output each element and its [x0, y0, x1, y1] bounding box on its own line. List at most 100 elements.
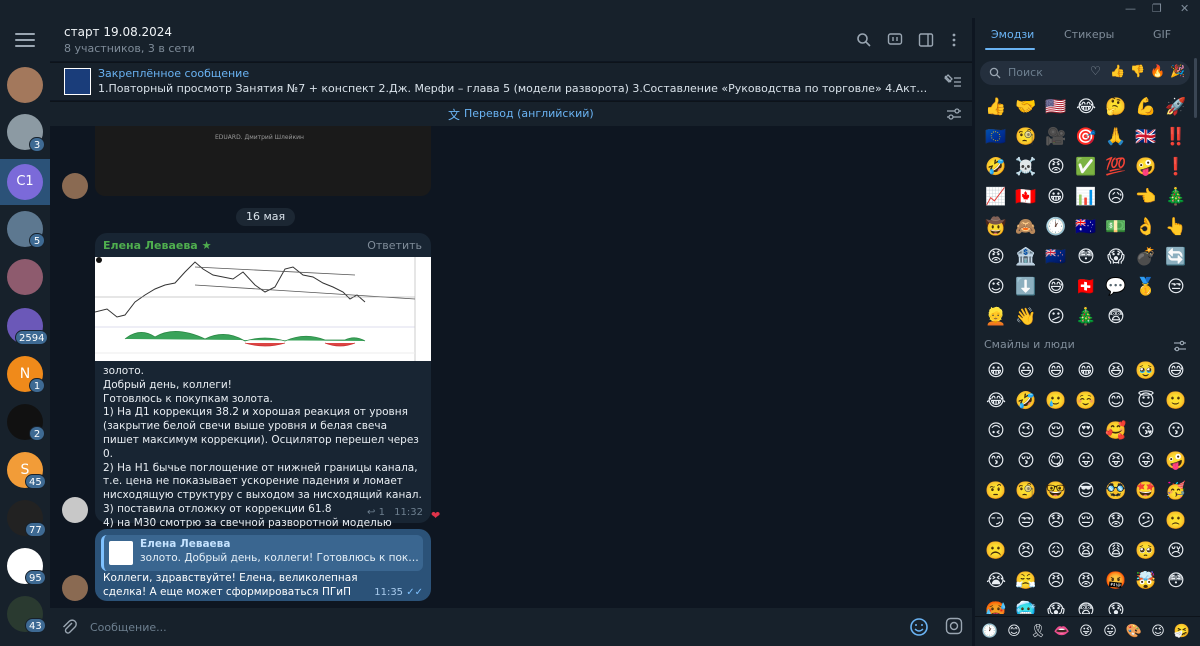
section-settings-icon[interactable]	[1173, 340, 1187, 352]
recent-emoji-icon[interactable]: 👈	[1131, 182, 1161, 212]
category-icon[interactable]: 🎨	[1123, 621, 1145, 643]
emoji-search-input[interactable]	[1008, 66, 1068, 79]
recent-emoji-icon[interactable]: 🏦	[1011, 242, 1041, 272]
voice-chat-icon[interactable]	[887, 32, 903, 48]
smiley-emoji-icon[interactable]: 😟	[1101, 506, 1131, 536]
smiley-emoji-icon[interactable]: 😆	[1101, 356, 1131, 386]
message-list[interactable]: EDUARD. Дмитрий Шлейкин 16 мая Елена Лев…	[50, 126, 972, 608]
quoted-message[interactable]: Елена Леваева золото. Добрый день, колле…	[101, 535, 423, 571]
recent-emoji-icon[interactable]: 🕐	[1041, 212, 1071, 242]
more-options-icon[interactable]	[946, 32, 962, 48]
recent-emoji-icon[interactable]: ‼️	[1161, 122, 1191, 152]
recent-emoji-icon[interactable]: 🇦🇺	[1071, 212, 1101, 242]
tab-emoji[interactable]: Эмодзи	[991, 28, 1034, 41]
category-icon[interactable]: 👄	[1051, 621, 1073, 643]
reply-button[interactable]: Ответить	[367, 239, 422, 252]
recent-emoji-icon[interactable]: 💵	[1101, 212, 1131, 242]
recent-emoji-icon[interactable]: 👍	[981, 92, 1011, 122]
chat-avatar-1[interactable]	[7, 67, 43, 103]
smiley-emoji-icon[interactable]: 😠	[1041, 566, 1071, 596]
recent-emoji-icon[interactable]: 💪	[1131, 92, 1161, 122]
smiley-emoji-icon[interactable]: 😰	[1101, 596, 1131, 614]
recent-emoji-icon[interactable]: 😒	[1161, 272, 1191, 302]
recent-emoji-icon[interactable]: 🇬🇧	[1131, 122, 1161, 152]
heart-reaction-icon[interactable]: ❤	[431, 509, 440, 522]
smiley-emoji-icon[interactable]: 😉	[1011, 416, 1041, 446]
smiley-emoji-icon[interactable]: 😫	[1071, 536, 1101, 566]
close-window-button[interactable]: ✕	[1180, 2, 1189, 15]
category-icon[interactable]: 🎗	[1027, 621, 1049, 643]
emoji-search-box[interactable]: ♡ 👍 👎 🔥 🎉	[980, 61, 1190, 85]
hamburger-menu-icon[interactable]	[15, 33, 35, 47]
smiley-emoji-icon[interactable]: 🤪	[1161, 446, 1189, 476]
recent-emoji-icon[interactable]: 😀	[1041, 182, 1071, 212]
smiley-emoji-icon[interactable]: 😙	[981, 446, 1011, 476]
message-input[interactable]	[90, 618, 790, 636]
recent-emoji-icon[interactable]: 😱	[1101, 242, 1131, 272]
category-icon[interactable]: 😛	[1099, 621, 1121, 643]
recent-emoji-icon[interactable]: 📈	[981, 182, 1011, 212]
recent-emoji-icon[interactable]: ✅	[1071, 152, 1101, 182]
smiley-emoji-icon[interactable]: 😩	[1101, 536, 1131, 566]
recent-emoji-icon[interactable]: 💬	[1101, 272, 1131, 302]
smiley-emoji-icon[interactable]: 😏	[981, 506, 1011, 536]
smiley-emoji-icon[interactable]: 😭	[981, 566, 1011, 596]
chat-avatar-4[interactable]	[7, 259, 43, 295]
smiley-emoji-icon[interactable]: 🥹	[1131, 356, 1161, 386]
smiley-emoji-icon[interactable]: 😅	[1161, 356, 1189, 386]
recent-emoji-icon[interactable]: 🇨🇦	[1011, 182, 1041, 212]
party-category-icon[interactable]: 🎉	[1170, 64, 1185, 78]
message-author[interactable]: Елена Леваева ★	[103, 239, 211, 252]
smiley-emoji-icon[interactable]: 😋	[1041, 446, 1071, 476]
recent-emoji-icon[interactable]: 👌	[1131, 212, 1161, 242]
smiley-emoji-icon[interactable]: 😨	[1071, 596, 1101, 614]
chat-header[interactable]: старт 19.08.2024 8 участников, 3 в сети	[50, 18, 972, 61]
reply-thread-icon[interactable]: ↩	[367, 507, 375, 518]
recent-emoji-icon[interactable]: 🎄	[1161, 182, 1191, 212]
smiley-emoji-icon[interactable]: 🧐	[1011, 476, 1041, 506]
pin-list-icon[interactable]	[942, 73, 962, 89]
recent-emoji-icon[interactable]: 🇨🇭	[1071, 272, 1101, 302]
dislike-category-icon[interactable]: 👎	[1130, 64, 1145, 78]
sender-avatar[interactable]	[62, 173, 88, 199]
recent-emoji-icon[interactable]: 🧐	[1011, 122, 1041, 152]
recent-emoji-icon[interactable]: 🚀	[1161, 92, 1191, 122]
smiley-emoji-icon[interactable]: 🤓	[1041, 476, 1071, 506]
smiley-emoji-icon[interactable]: 😝	[1101, 446, 1131, 476]
smiley-emoji-icon[interactable]: 😕	[1131, 506, 1161, 536]
tab-gif[interactable]: GIF	[1153, 28, 1171, 41]
message-bubble[interactable]: Елена Леваева ★ Ответить золото. Добрый …	[94, 233, 431, 529]
smiley-emoji-icon[interactable]: 😖	[1041, 536, 1071, 566]
translate-bar[interactable]: 文 Перевод (английский)	[50, 101, 972, 126]
heart-category-icon[interactable]: ♡	[1090, 64, 1101, 78]
recent-emoji-icon[interactable]: 🤠	[981, 212, 1011, 242]
search-icon[interactable]	[856, 32, 872, 48]
recent-emoji-icon[interactable]: ⬇️	[1011, 272, 1041, 302]
recent-emoji-icon[interactable]: 🎥	[1041, 122, 1071, 152]
category-icon[interactable]: 🤧	[1171, 621, 1193, 643]
recent-emoji-icon[interactable]: 🙈	[1011, 212, 1041, 242]
recent-emoji-icon[interactable]: 👱	[981, 302, 1011, 332]
recent-emoji-icon[interactable]: 😳	[1071, 242, 1101, 272]
smiley-emoji-icon[interactable]: 😡	[1071, 566, 1101, 596]
recent-emoji-icon[interactable]: 🤪	[1131, 152, 1161, 182]
smiley-emoji-icon[interactable]: 😳	[1161, 566, 1189, 596]
sidebar-toggle-icon[interactable]	[918, 32, 934, 48]
smiley-emoji-icon[interactable]: 😤	[1011, 566, 1041, 596]
smiley-emoji-icon[interactable]: 😗	[1161, 416, 1189, 446]
recent-emoji-icon[interactable]: 💯	[1101, 152, 1131, 182]
smiley-emoji-icon[interactable]: 😣	[1011, 536, 1041, 566]
chart-screenshot-image[interactable]	[94, 257, 431, 361]
category-icon[interactable]: 🕐	[979, 621, 1001, 643]
smiley-emoji-icon[interactable]: 😀	[981, 356, 1011, 386]
tab-stickers[interactable]: Стикеры	[1064, 28, 1114, 41]
sender-avatar[interactable]	[62, 575, 88, 601]
recent-emoji-icon[interactable]: 😂	[1071, 92, 1101, 122]
recent-emoji-icon[interactable]: 😡	[981, 242, 1011, 272]
smiley-emoji-icon[interactable]: ☹️	[981, 536, 1011, 566]
smiley-emoji-icon[interactable]: 😛	[1071, 446, 1101, 476]
smiley-emoji-icon[interactable]: 🥲	[1041, 386, 1071, 416]
panel-scrollbar[interactable]	[1194, 58, 1197, 118]
smiley-emoji-icon[interactable]: 🥸	[1101, 476, 1131, 506]
recent-emoji-icon[interactable]: 🙏	[1101, 122, 1131, 152]
